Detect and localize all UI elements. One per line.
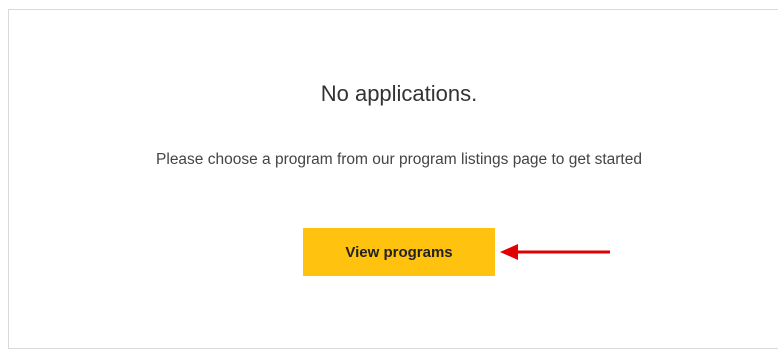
- view-programs-button[interactable]: View programs: [303, 228, 495, 276]
- empty-state-panel: [8, 9, 778, 349]
- empty-state-title: No applications.: [320, 81, 478, 106]
- empty-state-subtitle: Please choose a program from our program…: [156, 151, 642, 168]
- left-arrow-icon: [500, 244, 610, 260]
